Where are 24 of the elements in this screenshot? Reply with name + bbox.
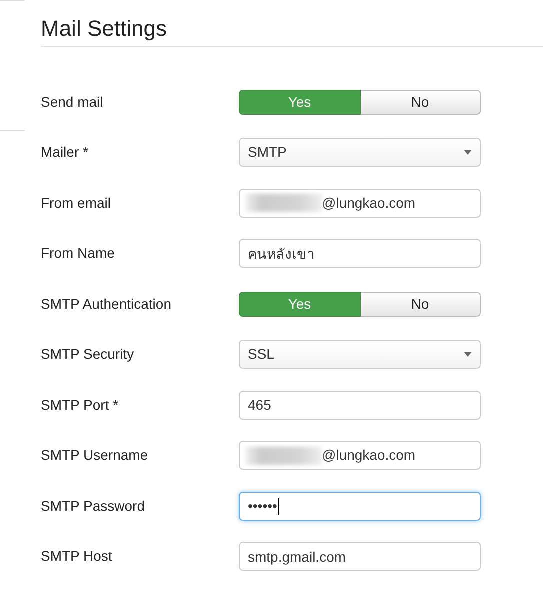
field-label: Send mail [41,92,104,112]
caret-icon [464,150,472,156]
input-field[interactable]: @lungkao.com [239,441,481,470]
input-field[interactable]: smtp.gmail.com [239,542,481,572]
field-label: SMTP Security [41,345,136,364]
field-label: From Name [41,244,116,264]
field-label: SMTP Password [41,496,146,516]
select-field[interactable]: SSL [239,340,481,370]
input-field[interactable]: 465 [239,390,481,420]
input-field[interactable]: คนหลังเขา [239,239,481,268]
field-label: SMTP Authentication [41,294,172,314]
toggle-option[interactable]: No [360,292,481,317]
field-label: From email [41,194,112,213]
caret-icon [464,352,472,358]
field-label: Mailer * [41,143,90,162]
text-cursor [278,498,280,515]
field-label: SMTP Port * [41,396,120,415]
input-field[interactable]: @lungkao.com [239,188,481,218]
input-field[interactable]: •••••• [239,492,481,521]
page-title: Mail Settings [41,0,543,47]
field-label: SMTP Username [41,446,150,466]
select-field[interactable]: SMTP [239,138,481,168]
toggle-option[interactable]: No [360,90,481,115]
field-label: SMTP Host [41,547,114,566]
